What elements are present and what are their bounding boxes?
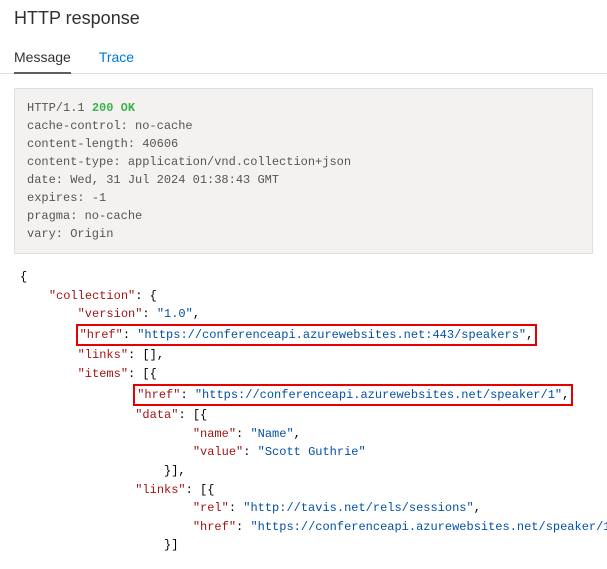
json-value: "https://conferenceapi.azurewebsites.net… — [195, 388, 562, 402]
header-cache-control: cache-control: no-cache — [27, 119, 193, 133]
json-key: "collection" — [49, 289, 135, 303]
json-value: "http://tavis.net/rels/sessions" — [243, 501, 473, 515]
json-key: "links" — [78, 348, 128, 362]
json-key: "version" — [78, 307, 143, 321]
json-value: "1.0" — [157, 307, 193, 321]
json-key: "rel" — [193, 501, 229, 515]
response-headers: HTTP/1.1 200 OK cache-control: no-cache … — [14, 88, 593, 254]
json-value: "https://conferenceapi.azurewebsites.net… — [250, 520, 607, 534]
json-value: [] — [142, 348, 156, 362]
response-body: { "collection": { "version": "1.0", "hre… — [0, 268, 607, 569]
tabs: Message Trace — [0, 35, 607, 74]
header-pragma: pragma: no-cache — [27, 209, 142, 223]
header-vary: vary: Origin — [27, 227, 113, 241]
json-key: "href" — [193, 520, 236, 534]
highlight-box: "href": "https://conferenceapi.azurewebs… — [133, 384, 573, 407]
json-key: "name" — [193, 427, 236, 441]
json-key: "href" — [80, 328, 123, 342]
header-content-length: content-length: 40606 — [27, 137, 178, 151]
header-expires: expires: -1 — [27, 191, 106, 205]
tab-message[interactable]: Message — [14, 49, 71, 73]
header-date: date: Wed, 31 Jul 2024 01:38:43 GMT — [27, 173, 279, 187]
header-content-type: content-type: application/vnd.collection… — [27, 155, 351, 169]
json-value: "Name" — [250, 427, 293, 441]
status-code: 200 OK — [92, 101, 135, 115]
json-key: "links" — [135, 483, 185, 497]
json-key: "items" — [78, 367, 128, 381]
json-value: "https://conferenceapi.azurewebsites.net… — [137, 328, 526, 342]
json-key: "href" — [137, 388, 180, 402]
protocol: HTTP/1.1 — [27, 101, 85, 115]
page-title: HTTP response — [0, 0, 607, 35]
json-key: "value" — [193, 445, 243, 459]
json-value: "Scott Guthrie" — [258, 445, 366, 459]
json-key: "data" — [135, 408, 178, 422]
tab-trace[interactable]: Trace — [99, 49, 134, 73]
highlight-box: "href": "https://conferenceapi.azurewebs… — [76, 324, 538, 347]
